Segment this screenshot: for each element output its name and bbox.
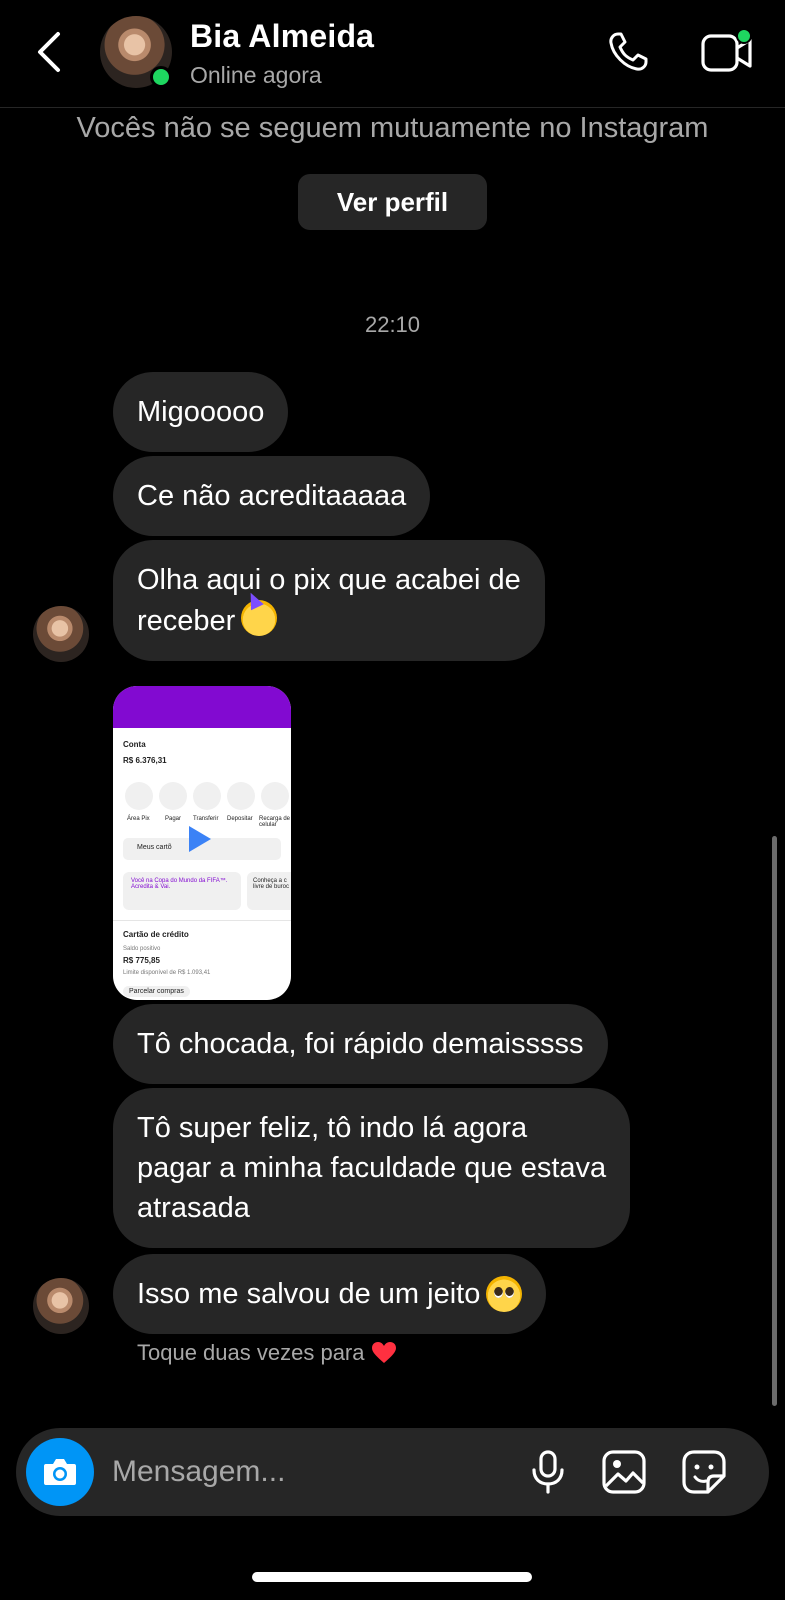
avatar[interactable]: [33, 606, 89, 662]
hint-text: Toque duas vezes para: [137, 1340, 365, 1365]
message-text: Tô super feliz, tô indo lá agora: [137, 1112, 528, 1144]
credit-card-title: Cartão de crédito: [123, 930, 189, 939]
action-label: Pagar: [165, 816, 182, 822]
message-bubble[interactable]: Tô chocada, foi rápido demaisssss: [113, 1004, 608, 1084]
message-text: Olha aqui o pix que acabei de: [137, 564, 521, 596]
mutual-follow-notice: Vocês não se seguem mutuamente no Instag…: [76, 112, 709, 144]
message-bubble[interactable]: Migooooo: [113, 372, 289, 452]
promo-text: Você na Copa do Mundo da FIFA™. Acredita…: [131, 878, 228, 890]
message-bubble[interactable]: Ce não acreditaaaaa: [113, 456, 431, 536]
video-header-bar: [113, 686, 291, 728]
image-icon[interactable]: [600, 1448, 648, 1496]
credit-limit: Limite disponível de R$ 1.093,41: [123, 970, 211, 976]
message-input[interactable]: [112, 1452, 492, 1492]
avatar[interactable]: [33, 1278, 89, 1334]
recharge-icon: [261, 782, 289, 810]
play-icon[interactable]: [189, 826, 211, 852]
home-indicator[interactable]: [252, 1572, 532, 1582]
action-label: Depositar: [227, 816, 253, 822]
message-text: Tô chocada, foi rápido demaisssss: [137, 1028, 584, 1060]
contact-status: Online agora: [190, 62, 322, 88]
double-tap-hint: Toque duas vezes para: [137, 1340, 397, 1366]
credit-value: R$ 775,85: [123, 956, 160, 965]
microphone-icon[interactable]: [524, 1448, 572, 1496]
pay-icon: [159, 782, 187, 810]
promo-text: Conheça a c livre de buroc: [253, 878, 290, 890]
pix-area-icon: [125, 782, 153, 810]
video-camera-icon[interactable]: [700, 28, 754, 76]
message-text: Ce não acreditaaaaa: [137, 480, 407, 512]
camera-button[interactable]: [26, 1438, 94, 1506]
message-bubble[interactable]: Olha aqui o pix que acabei de receber: [113, 540, 545, 661]
partying-face-emoji: [241, 600, 278, 636]
message-text: atrasada: [137, 1192, 250, 1224]
cards-label: Meus cartõ: [137, 844, 172, 851]
message-timestamp: 22:10: [364, 312, 421, 337]
message-text: pagar a minha faculdade que estava: [137, 1152, 607, 1184]
video-balance: R$ 6.376,31: [123, 756, 167, 765]
action-label: Transferir: [193, 816, 219, 822]
transfer-icon: [193, 782, 221, 810]
action-label: Recarga de celular: [259, 816, 291, 828]
deposit-icon: [227, 782, 255, 810]
online-status-dot: [150, 66, 172, 88]
credit-status: Saldo positivo: [123, 946, 161, 952]
message-bubble[interactable]: Isso me salvou de um jeito: [113, 1254, 547, 1334]
view-profile-button[interactable]: Ver perfil: [298, 174, 487, 230]
phone-icon[interactable]: [604, 28, 652, 76]
camera-icon: [44, 1459, 76, 1485]
pleading-face-emoji: [486, 1276, 523, 1312]
message-text: receber: [137, 605, 236, 637]
contact-name[interactable]: Bia Almeida: [190, 18, 374, 55]
message-text: Migooooo: [137, 396, 265, 428]
sticker-icon[interactable]: [680, 1448, 728, 1496]
chat-header: Bia Almeida Online agora: [0, 0, 785, 108]
divider: [113, 920, 291, 921]
video-account-label: Conta: [123, 740, 146, 749]
message-bubble[interactable]: Tô super feliz, tô indo lá agora pagar a…: [113, 1088, 631, 1248]
installments-button: Parcelar compras: [123, 986, 190, 997]
heart-icon: [371, 1342, 396, 1363]
chevron-left-icon[interactable]: [30, 28, 70, 76]
scrollbar[interactable]: [772, 836, 777, 1406]
action-label: Área Pix: [127, 816, 150, 822]
message-composer: [16, 1428, 769, 1516]
video-message[interactable]: Conta R$ 6.376,31 Área Pix Pagar Transfe…: [113, 686, 291, 1000]
message-text: Isso me salvou de um jeito: [137, 1278, 481, 1310]
